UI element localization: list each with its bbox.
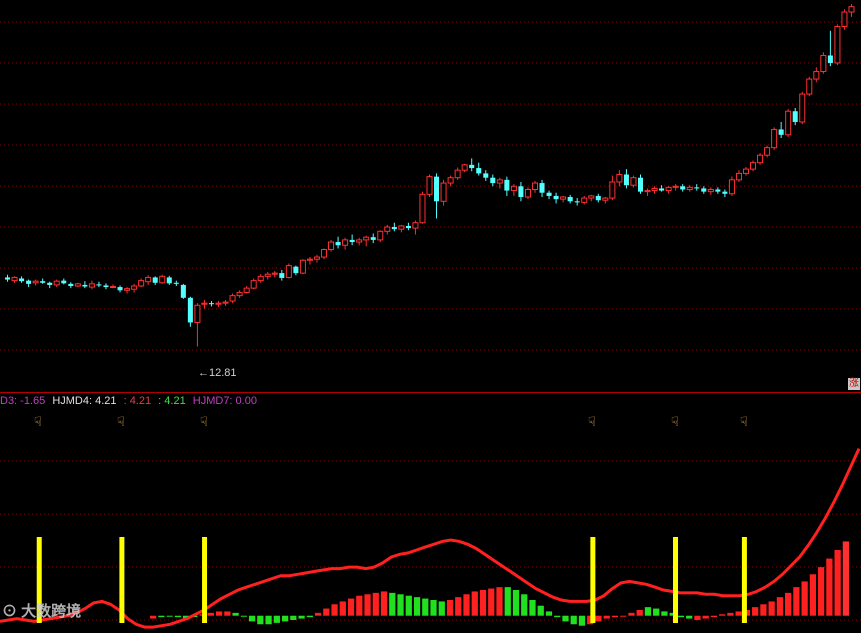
signal-bar [202,537,208,623]
histogram-bar [496,587,503,616]
histogram-bar [628,612,635,616]
histogram-bar [150,615,157,619]
histogram-bar [413,597,421,616]
histogram-bar [776,597,784,616]
histogram-bar [760,604,767,616]
histogram-bar [380,591,388,616]
histogram-bar [677,615,685,618]
histogram-bar [224,611,231,616]
histogram-bar [578,615,586,626]
histogram-bar [603,615,610,619]
histogram-bar [809,574,817,616]
chart-window: ←12.81 涨 D3: -1.65 HJMD4: 4.21 : 4.21 : … [0,0,861,633]
histogram-bar [562,615,569,622]
histogram-bar [620,615,627,617]
histogram-bar [785,592,792,616]
histogram-bar [842,541,849,616]
histogram-bar [438,601,445,616]
histogram-bar [710,615,718,618]
histogram-bar [298,615,305,619]
histogram-bar [273,615,280,623]
histogram-bar [488,588,495,616]
histogram-bar [554,615,561,618]
signal-bar [119,537,125,623]
histogram-bar [281,615,289,622]
indicator-panel [0,447,861,629]
histogram-bar [331,604,338,616]
histogram-bar [455,597,462,616]
watermark: ⊙ 大数跨境 [2,603,82,620]
histogram-bar [463,594,470,616]
histogram-bar [471,591,478,616]
histogram-bar [405,595,412,616]
histogram-bar [232,612,239,616]
histogram-bar [661,611,668,616]
histogram-bar [727,612,734,616]
histogram-bar [265,615,272,625]
histogram-bar [595,615,602,622]
signal-bar [673,537,679,623]
histogram-bar [323,608,330,616]
histogram-bar [306,615,313,618]
histogram-bar [364,594,371,616]
histogram-bar [636,610,643,616]
histogram-bar [702,615,709,619]
histogram-bar [504,587,511,616]
histogram-bar [240,615,247,617]
histogram-bar [512,590,520,616]
histogram-bar [166,615,173,617]
histogram-bar [521,594,528,616]
histogram-bar [611,615,619,618]
histogram-bar [793,587,800,616]
signal-bar [590,537,596,623]
histogram-bar [644,607,652,616]
histogram-bar [818,567,825,616]
histogram-bar [570,615,577,625]
histogram-bar [314,612,322,616]
indicator-line [0,447,861,629]
histogram-bar [389,592,396,616]
histogram-bar [752,607,759,616]
histogram-bar [826,558,833,616]
histogram-bar [545,611,553,616]
histogram-bar [347,598,355,616]
histogram-bar [719,614,726,616]
histogram-bar [768,601,775,616]
histogram-bar [834,550,841,616]
histogram-bar [257,615,264,625]
histogram-bar [397,594,404,616]
histogram-bar [215,611,223,616]
histogram-bar [653,608,660,616]
histogram-bar [174,615,181,618]
histogram-bar [537,605,544,616]
histogram-bar [694,615,701,620]
histogram-bar [207,612,214,616]
histogram-bar [372,592,379,616]
histogram-bar [339,601,346,616]
histogram-bar [529,600,536,616]
histogram-bar [801,581,808,616]
histogram-bar [356,595,363,616]
signal-bar [741,537,747,623]
histogram-bar [158,615,165,618]
histogram-bar [686,615,693,619]
histogram-bar [430,600,437,616]
histogram-bar [290,615,297,620]
histogram-bar [422,598,429,616]
histogram-bar [735,611,742,616]
histogram-bar [248,615,256,622]
histogram-bar [479,590,487,616]
histogram-bar [446,600,454,616]
watermark-text: 大数跨境 [21,603,82,620]
